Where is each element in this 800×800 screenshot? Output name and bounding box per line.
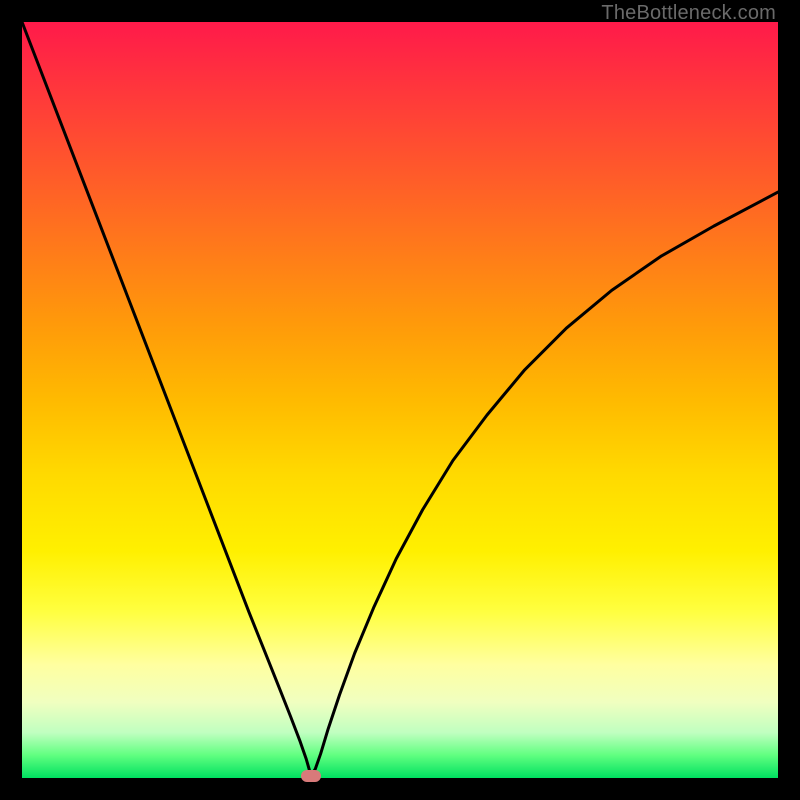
curve-svg (22, 22, 778, 778)
bottleneck-curve (22, 22, 778, 776)
chart-container: TheBottleneck.com (0, 0, 800, 800)
plot-area (22, 22, 778, 778)
optimum-marker (301, 770, 321, 782)
